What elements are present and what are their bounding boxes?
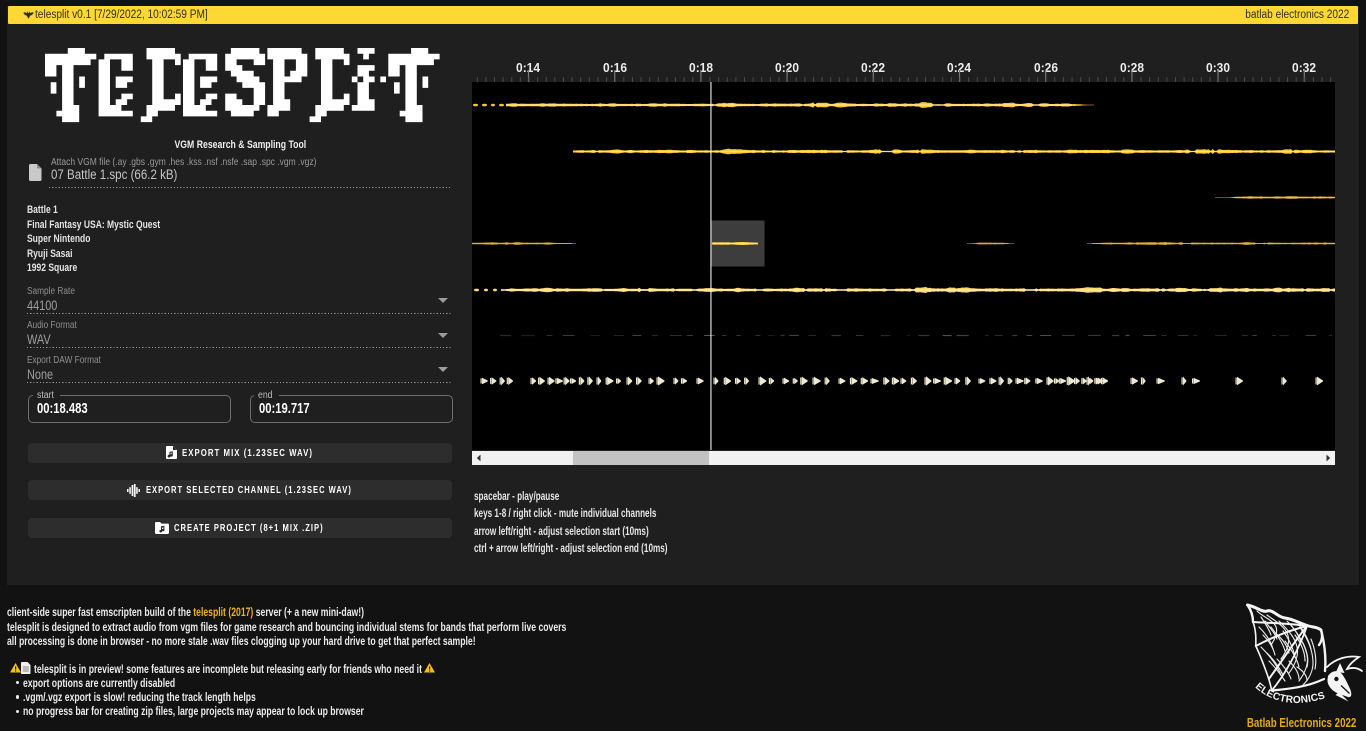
svg-text:ELECTRONICS: ELECTRONICS xyxy=(1253,681,1326,706)
